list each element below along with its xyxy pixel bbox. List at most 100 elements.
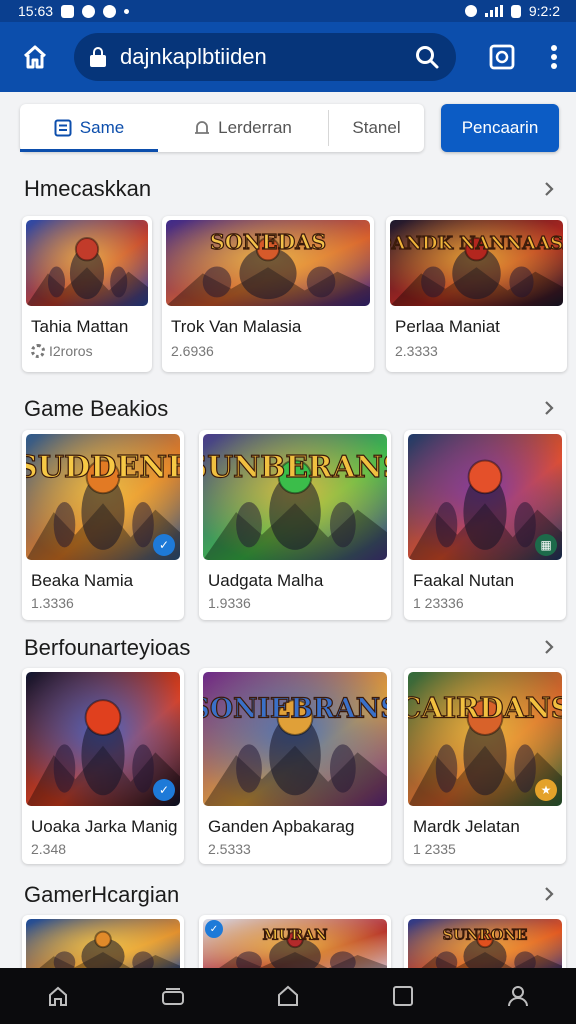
search-icon[interactable] bbox=[414, 44, 440, 70]
game-thumbnail: SONIEBRANS bbox=[203, 672, 387, 806]
bell-icon bbox=[195, 121, 210, 134]
status-time-left: 15:63 bbox=[18, 3, 54, 19]
battery-icon bbox=[510, 4, 521, 18]
game-name: Mardk Jelatan bbox=[413, 817, 520, 836]
game-card[interactable]: SUNBERANS Uadgata Malha 1.9336 bbox=[199, 430, 391, 620]
game-card[interactable]: SUDDENE ✓ Beaka Namia 1.3336 bbox=[22, 430, 184, 620]
section-title: GamerHcargian bbox=[24, 882, 180, 907]
game-art-title: SUNBERANS bbox=[203, 449, 387, 484]
game-meta: 2.5333 bbox=[208, 841, 251, 857]
chevron-right-icon bbox=[545, 640, 554, 654]
tab-stanel[interactable]: Stanel bbox=[329, 104, 424, 152]
section-title: Game Beakios bbox=[24, 396, 169, 421]
chevron-right-icon bbox=[545, 401, 554, 415]
star-badge-icon: ★ bbox=[535, 779, 557, 801]
status-time-right: 9:2:2 bbox=[528, 3, 560, 19]
app-bar: dajnkaplbtiiden bbox=[0, 22, 576, 92]
square-icon bbox=[393, 986, 414, 1006]
game-name: Beaka Namia bbox=[31, 571, 134, 590]
game-meta: 2.348 bbox=[31, 841, 67, 857]
list-icon bbox=[54, 119, 72, 137]
game-thumbnail: SUNBERANS bbox=[203, 434, 387, 560]
address-text: dajnkaplbtiiden bbox=[120, 44, 267, 69]
game-art: SUNRONE bbox=[408, 919, 562, 975]
home-button[interactable] bbox=[0, 22, 70, 92]
game-name: Faakal Nutan bbox=[413, 571, 515, 590]
game-card[interactable]: DANDK NANNAASA Perlaa Maniat 2.3333 bbox=[386, 216, 567, 372]
nav-tabs-button[interactable] bbox=[143, 968, 203, 1024]
lock-icon bbox=[90, 47, 106, 67]
game-art bbox=[26, 919, 180, 975]
tab-label: Same bbox=[79, 118, 125, 137]
tab-lerderran[interactable]: Lerderran bbox=[158, 104, 328, 152]
game-art-title: SONIEBRANS bbox=[203, 694, 387, 725]
game-card[interactable]: SUNRONE bbox=[404, 915, 566, 975]
chevron-right-icon bbox=[545, 182, 554, 196]
game-meta: 1.3336 bbox=[31, 595, 74, 611]
game-thumbnail bbox=[26, 919, 180, 975]
game-art-title: MURAN bbox=[263, 926, 328, 943]
game-art: SUNBERANS bbox=[203, 434, 387, 560]
notification-circle-icon bbox=[82, 4, 96, 18]
game-name: Trok Van Malasia bbox=[171, 317, 302, 336]
signal-icon bbox=[484, 5, 503, 17]
verified-icon: ✓ bbox=[205, 920, 223, 938]
game-thumbnail: DANDK NANNAASA bbox=[390, 220, 563, 306]
game-card[interactable]: ✓ Uoaka Jarka Manig 2.348 bbox=[22, 668, 184, 864]
dot-icon bbox=[124, 8, 130, 14]
address-bar[interactable]: dajnkaplbtiiden bbox=[74, 33, 456, 81]
game-art: MURAN bbox=[203, 919, 387, 975]
nav-home-outline-button[interactable] bbox=[258, 968, 318, 1024]
game-art-title: DANDK NANNAASA bbox=[390, 233, 563, 254]
profile-icon bbox=[508, 986, 529, 1007]
game-name: Tahia Mattan bbox=[31, 317, 129, 336]
game-meta: 1 2335 bbox=[413, 841, 456, 857]
pencaarin-button[interactable]: Pencaarin bbox=[441, 104, 559, 152]
section-more-button[interactable] bbox=[540, 885, 558, 903]
game-card[interactable]: CAIRDANS ★ Mardk Jelatan 1 2335 bbox=[404, 668, 566, 864]
overflow-menu-button[interactable] bbox=[536, 22, 572, 92]
bottom-navigation bbox=[0, 968, 576, 1024]
nav-profile-button[interactable] bbox=[488, 968, 548, 1024]
tab-switcher-button[interactable] bbox=[482, 22, 522, 92]
home-icon bbox=[48, 986, 67, 1006]
game-thumbnail: MURAN bbox=[203, 919, 387, 975]
tab-bar: Same Lerderran Stanel bbox=[20, 104, 424, 152]
game-meta-value: I2roros bbox=[49, 343, 93, 359]
game-card[interactable]: MURAN ✓ bbox=[199, 915, 391, 975]
game-art-title: SUDDENE bbox=[26, 450, 180, 485]
game-meta: I2roros bbox=[31, 343, 93, 359]
section-more-button[interactable] bbox=[540, 180, 558, 198]
game-art-title: CAIRDANS bbox=[408, 692, 562, 725]
tab-label: Stanel bbox=[352, 118, 401, 137]
game-name: Perlaa Maniat bbox=[395, 317, 500, 336]
home-outline-icon bbox=[277, 985, 298, 1006]
section-more-button[interactable] bbox=[540, 638, 558, 656]
chevron-right-icon bbox=[545, 887, 554, 901]
game-thumbnail: SONEDAS bbox=[166, 220, 370, 306]
game-card[interactable]: SONIEBRANS Ganden Apbakarag 2.5333 bbox=[199, 668, 391, 864]
game-art: SONEDAS bbox=[166, 220, 370, 306]
verified-icon: ✓ bbox=[153, 779, 175, 801]
gear-icon bbox=[31, 344, 45, 358]
game-thumbnail bbox=[26, 220, 148, 306]
game-thumbnail: SUNRONE bbox=[408, 919, 562, 975]
game-art: DANDK NANNAASA bbox=[390, 220, 563, 306]
game-card[interactable]: SONEDAS Trok Van Malasia 2.6936 bbox=[162, 216, 374, 372]
home-icon bbox=[23, 45, 47, 69]
game-card[interactable]: Tahia Mattan I2roros bbox=[22, 216, 152, 372]
section-more-button[interactable] bbox=[540, 399, 558, 417]
settings-notification-icon bbox=[103, 4, 117, 18]
game-name: Uadgata Malha bbox=[208, 571, 324, 590]
notification-icon bbox=[61, 4, 75, 18]
tab-same[interactable]: Same bbox=[20, 104, 158, 152]
nav-home-button[interactable] bbox=[28, 968, 88, 1024]
game-art: SONIEBRANS bbox=[203, 672, 387, 806]
game-card[interactable]: ▦ Faakal Nutan 1 23336 bbox=[404, 430, 566, 620]
game-card[interactable] bbox=[22, 915, 184, 975]
game-art-title: SUNRONE bbox=[443, 926, 528, 943]
section-title: Hmecaskkan bbox=[24, 176, 152, 201]
game-meta: 2.6936 bbox=[171, 343, 214, 359]
nav-square-button[interactable] bbox=[373, 968, 433, 1024]
tabs-icon bbox=[161, 988, 184, 1005]
